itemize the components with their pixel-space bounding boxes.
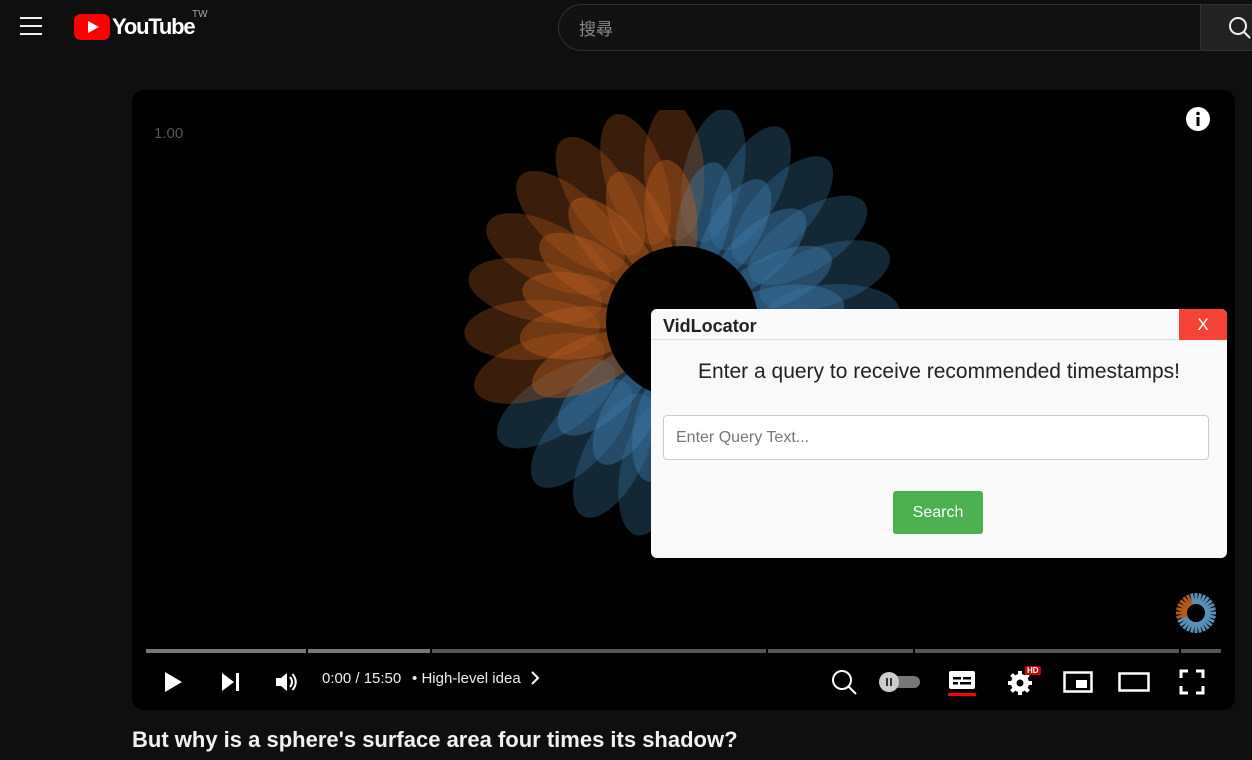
chevron-right-icon	[531, 671, 540, 685]
popup-header: VidLocator X	[651, 309, 1227, 340]
popup-title: VidLocator	[663, 316, 757, 336]
chapter-button[interactable]: • High-level idea	[412, 670, 541, 687]
fullscreen-button[interactable]	[1176, 660, 1208, 704]
masthead: YouTube TW 搜尋	[0, 0, 1252, 56]
search-input[interactable]: 搜尋	[558, 4, 1201, 51]
theater-mode-icon	[1118, 672, 1150, 692]
next-button[interactable]	[216, 660, 246, 704]
channel-watermark[interactable]	[1173, 590, 1219, 636]
search-placeholder: 搜尋	[579, 20, 613, 39]
autoplay-toggle[interactable]	[878, 660, 922, 704]
miniplayer-icon	[1063, 671, 1093, 693]
play-icon	[165, 672, 182, 692]
progress-bar[interactable]	[146, 649, 1221, 653]
volume-button[interactable]	[272, 660, 302, 704]
play-button[interactable]	[158, 660, 188, 704]
settings-button[interactable]: HD	[1005, 660, 1041, 704]
autoplay-toggle-icon	[879, 672, 920, 692]
query-input[interactable]	[663, 415, 1209, 460]
player-controls: 0:00 / 15:50 • High-level idea HD	[132, 660, 1235, 704]
search-icon	[832, 670, 857, 695]
chapter-title: High-level idea	[421, 670, 521, 687]
close-button[interactable]: X	[1179, 309, 1227, 340]
search-button[interactable]: Search	[893, 491, 983, 534]
hd-badge: HD	[1025, 666, 1041, 675]
vidlocator-popup: VidLocator X Enter a query to receive re…	[651, 309, 1227, 558]
chapter-separator: •	[412, 670, 418, 687]
fullscreen-icon	[1179, 669, 1205, 695]
theater-mode-button[interactable]	[1118, 660, 1150, 704]
video-title: But why is a sphere's surface area four …	[132, 727, 738, 752]
info-icon[interactable]	[1186, 107, 1210, 131]
youtube-play-logo-icon	[74, 14, 110, 40]
country-code: TW	[192, 9, 208, 20]
miniplayer-button[interactable]	[1062, 660, 1094, 704]
subtitles-icon	[948, 671, 976, 696]
hamburger-menu-icon[interactable]	[20, 17, 42, 35]
search-in-video-button[interactable]	[829, 660, 859, 704]
popup-prompt: Enter a query to receive recommended tim…	[697, 360, 1181, 383]
time-display: 0:00 / 15:50	[322, 670, 402, 687]
volume-icon	[276, 673, 297, 691]
search-icon	[1229, 17, 1251, 39]
skip-next-icon	[222, 673, 239, 691]
search-button[interactable]	[1200, 4, 1252, 51]
speed-label: 1.00	[154, 125, 184, 142]
subtitles-button[interactable]	[946, 660, 978, 704]
youtube-logo[interactable]: YouTube	[74, 14, 196, 40]
logo-text: YouTube	[112, 14, 196, 39]
